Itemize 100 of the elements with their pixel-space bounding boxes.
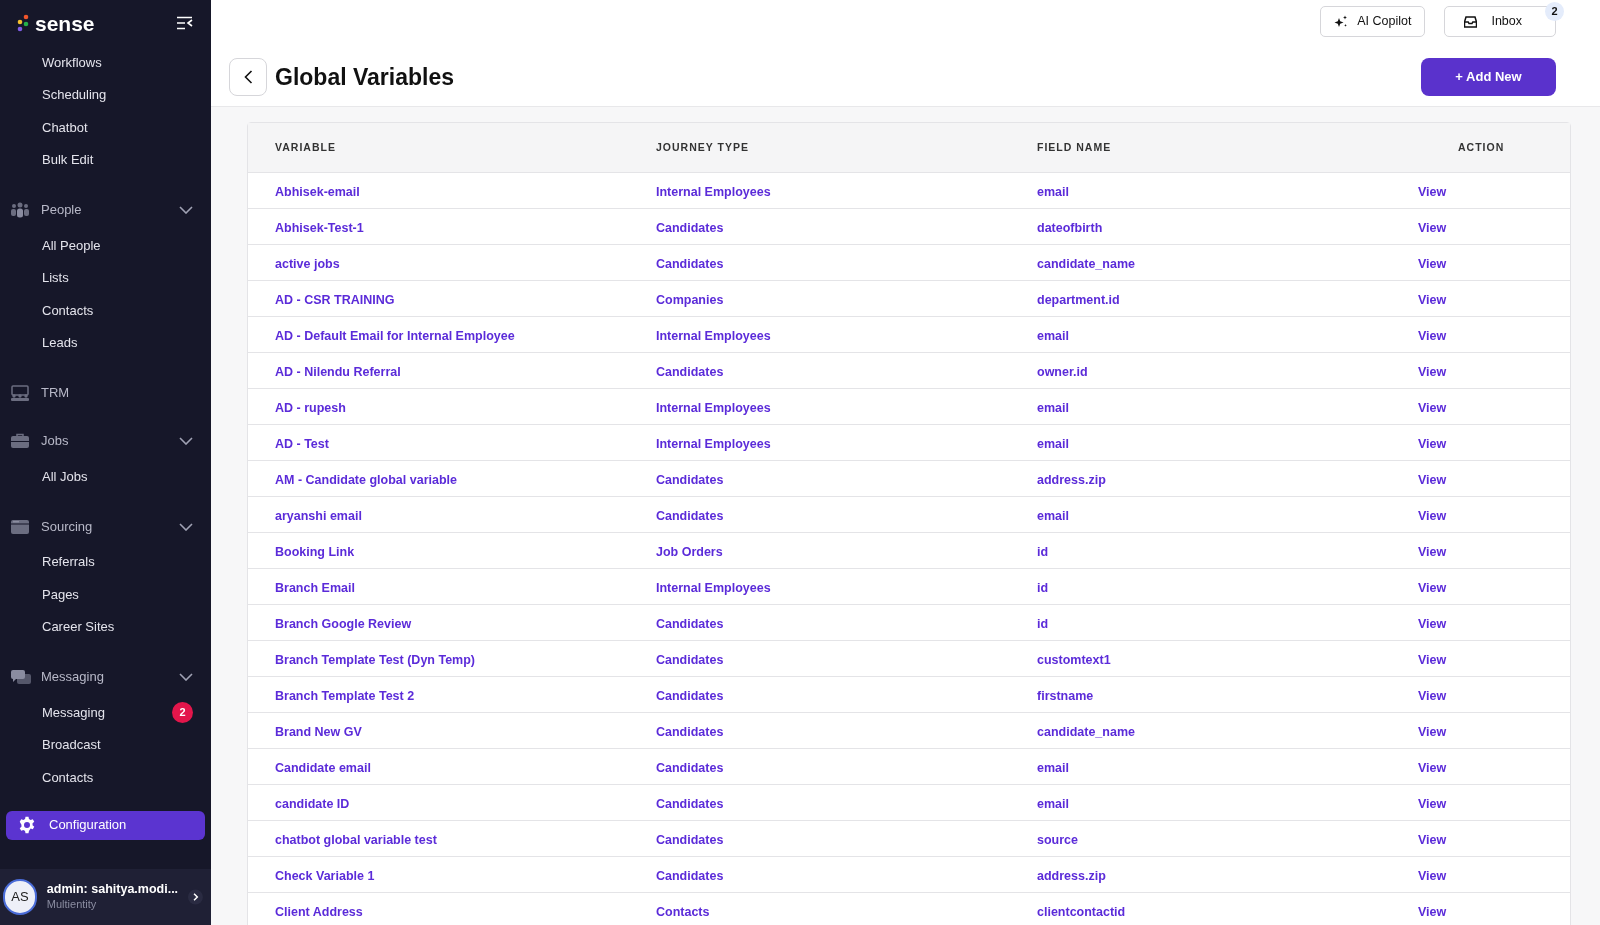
chevron-down-icon[interactable]	[179, 522, 193, 531]
variable-link[interactable]: AD - Test	[275, 436, 329, 451]
view-link[interactable]: View	[1418, 832, 1447, 847]
variable-link[interactable]: AD - Default Email for Internal Employee	[275, 328, 515, 343]
table-cell: Internal Employees	[656, 436, 771, 451]
chevron-down-icon[interactable]	[179, 673, 193, 681]
nav-section[interactable]: Jobs	[0, 427, 211, 455]
variable-link[interactable]: Client Address	[275, 904, 363, 919]
nav-section[interactable]: Messaging	[0, 663, 211, 691]
nav-section[interactable]: People	[0, 196, 211, 224]
variable-link[interactable]: Check Variable 1	[275, 868, 375, 883]
view-link[interactable]: View	[1418, 220, 1447, 235]
view-link[interactable]: View	[1418, 796, 1447, 811]
nav-link[interactable]: Lists	[42, 268, 69, 288]
nav-link[interactable]: Chatbot	[42, 117, 88, 137]
view-link[interactable]: View	[1418, 508, 1447, 523]
chevron-down-icon[interactable]	[179, 437, 193, 445]
view-link[interactable]: View	[1418, 652, 1447, 667]
view-link[interactable]: View	[1418, 760, 1447, 775]
variable-link[interactable]: active jobs	[275, 256, 340, 271]
variable-link[interactable]: Booking Link	[275, 544, 355, 559]
nav-section[interactable]: Sourcing	[0, 512, 211, 541]
view-link[interactable]: View	[1418, 724, 1447, 739]
count-badge: 2	[1545, 2, 1564, 21]
table-cell: candidate_name	[1037, 256, 1135, 271]
table-cell: source	[1037, 832, 1078, 847]
nav-link[interactable]: Career Sites	[42, 617, 115, 637]
nav-link[interactable]: Contacts	[42, 767, 94, 787]
table-cell: email	[1037, 436, 1069, 451]
nav-link[interactable]: Pages	[42, 584, 79, 604]
view-link[interactable]: View	[1418, 544, 1447, 559]
view-link[interactable]: View	[1418, 616, 1447, 631]
variable-link[interactable]: AD - CSR TRAINING	[275, 292, 395, 307]
brand-name: sense	[35, 12, 95, 34]
view-link[interactable]: View	[1418, 688, 1447, 703]
variable-link[interactable]: Abhisek-Test-1	[275, 220, 364, 235]
table-cell: Candidates	[656, 364, 724, 379]
chevron-down-icon[interactable]	[179, 206, 193, 214]
nav-section[interactable]: TRM	[0, 379, 211, 407]
nav-section[interactable]: Configuration	[6, 810, 205, 840]
column-header: FIELD NAME	[1036, 139, 1113, 155]
nav-link[interactable]: Workflows	[42, 52, 102, 72]
table-cell: email	[1037, 796, 1069, 811]
view-link[interactable]: View	[1418, 580, 1447, 595]
variable-link[interactable]: AD - rupesh	[275, 400, 346, 415]
user-footer[interactable]: AS admin: sahitya.modi... Multientity	[0, 869, 211, 925]
table-cell: Candidates	[656, 220, 724, 235]
ai-copilot-button[interactable]: AI Copilot	[1320, 6, 1426, 37]
variable-link[interactable]: Branch Email	[275, 580, 355, 595]
variable-link[interactable]: Brand New GV	[275, 724, 362, 739]
view-link[interactable]: View	[1418, 400, 1447, 415]
nav-link[interactable]: Bulk Edit	[42, 150, 94, 170]
variable-link[interactable]: Branch Template Test (Dyn Temp)	[275, 652, 476, 667]
page-title: Global Variables	[275, 62, 454, 92]
column-header: ACTION	[1457, 139, 1506, 155]
nav-link[interactable]: All Jobs	[42, 466, 88, 486]
nav-link[interactable]: Referrals	[42, 552, 95, 572]
variable-link[interactable]: Candidate email	[275, 760, 371, 775]
table-cell: Candidates	[656, 868, 724, 883]
add-new-button[interactable]: + Add New	[1421, 58, 1556, 96]
inbox-tray-icon	[1464, 15, 1478, 28]
table-cell: email	[1037, 508, 1069, 523]
table-cell: Candidates	[656, 724, 724, 739]
nav-link[interactable]: Scheduling	[42, 85, 107, 105]
nav-link[interactable]: Messaging	[42, 702, 105, 722]
table-cell: Internal Employees	[656, 580, 771, 595]
table-cell: address.zip	[1037, 472, 1106, 487]
collapse-menu-icon[interactable]	[176, 16, 193, 30]
view-link[interactable]: View	[1418, 328, 1447, 343]
view-link[interactable]: View	[1418, 364, 1447, 379]
table-cell: firstname	[1037, 688, 1094, 703]
settings-icon	[18, 816, 36, 834]
table-cell: Internal Employees	[656, 328, 771, 343]
variable-link[interactable]: chatbot global variable test	[275, 832, 437, 847]
variable-link[interactable]: Branch Google Review	[275, 616, 412, 631]
table-cell: Candidates	[656, 760, 724, 775]
variable-link[interactable]: Abhisek-email	[275, 184, 360, 199]
table-cell: Candidates	[656, 796, 724, 811]
variable-link[interactable]: Branch Template Test 2	[275, 688, 415, 703]
table-cell: Candidates	[656, 256, 724, 271]
column-header: VARIABLE	[274, 139, 337, 155]
table-cell: Candidates	[656, 508, 724, 523]
nav-link[interactable]: Broadcast	[42, 735, 101, 755]
view-link[interactable]: View	[1418, 868, 1447, 883]
variable-link[interactable]: AD - Nilendu Referral	[275, 364, 401, 379]
nav-link[interactable]: Leads	[42, 333, 78, 353]
table-cell: Candidates	[656, 688, 724, 703]
view-link[interactable]: View	[1418, 472, 1447, 487]
view-link[interactable]: View	[1418, 436, 1447, 451]
view-link[interactable]: View	[1418, 904, 1447, 919]
view-link[interactable]: View	[1418, 256, 1447, 271]
nav-link[interactable]: Contacts	[42, 300, 94, 320]
variable-link[interactable]: aryanshi email	[275, 508, 362, 523]
view-link[interactable]: View	[1418, 292, 1447, 307]
variable-link[interactable]: AM - Candidate global variable	[275, 472, 457, 487]
chevron-right-icon[interactable]	[188, 889, 203, 905]
view-link[interactable]: View	[1418, 184, 1447, 199]
nav-link[interactable]: All People	[42, 235, 101, 255]
count-badge: 2	[172, 701, 193, 723]
variable-link[interactable]: candidate ID	[275, 796, 350, 811]
